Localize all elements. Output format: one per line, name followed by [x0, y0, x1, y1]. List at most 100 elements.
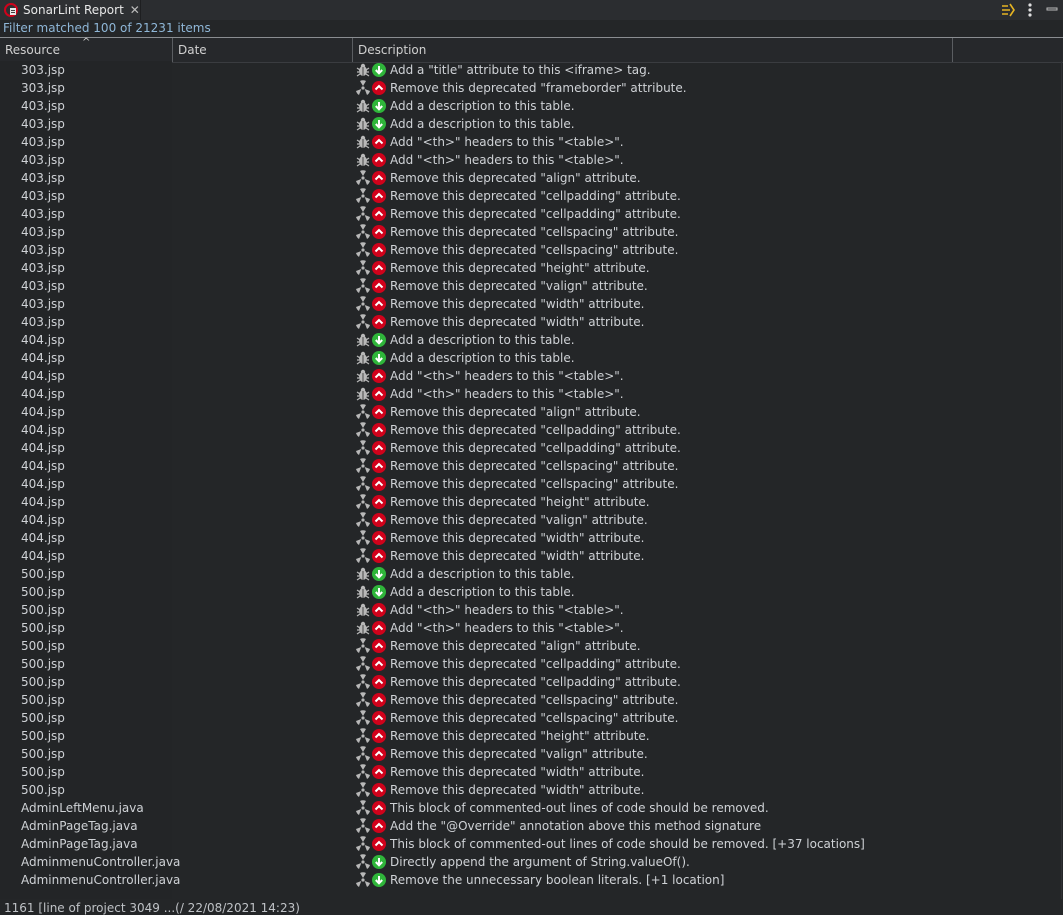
bug-icon — [355, 332, 371, 348]
column-header-description[interactable]: Description — [353, 38, 953, 62]
table-row[interactable]: 403.jsp Add "<th>" headers to this "<tabl… — [0, 151, 1063, 169]
low-impact-icon — [372, 99, 386, 113]
code-smell-icon — [355, 836, 371, 852]
table-row[interactable]: 500.jsp Remove this deprecated "width" at… — [0, 763, 1063, 781]
code-smell-icon — [355, 782, 371, 798]
table-row[interactable]: 404.jsp Remove this deprecated "cellpaddi… — [0, 439, 1063, 457]
filter-summary: Filter matched 100 of 21231 items — [3, 21, 211, 35]
table-row[interactable]: 403.jsp Remove this deprecated "cellspaci… — [0, 241, 1063, 259]
table-row[interactable]: AdminmenuController.java Remove the unnec… — [0, 871, 1063, 889]
table-header: ^ Resource Date Description — [0, 37, 1063, 63]
cell-description: Directly append the argument of String.v… — [390, 855, 690, 869]
cell-description: Add a "title" attribute to this <iframe>… — [390, 63, 651, 77]
column-label-description: Description — [358, 43, 427, 57]
table-row[interactable]: 500.jsp Remove this deprecated "valign" a… — [0, 745, 1063, 763]
cell-description: Add a description to this table. — [390, 351, 575, 365]
code-smell-icon — [355, 818, 371, 834]
cell-resource: 404.jsp — [21, 369, 65, 383]
high-impact-icon — [372, 801, 386, 815]
table-row[interactable]: AdminmenuController.java Directly append … — [0, 853, 1063, 871]
table-row[interactable]: 403.jsp Add "<th>" headers to this "<tabl… — [0, 133, 1063, 151]
kebab-menu-icon[interactable] — [1019, 0, 1041, 20]
cell-resource: 500.jsp — [21, 657, 65, 671]
code-smell-icon — [355, 800, 371, 816]
cell-description: Add "<th>" headers to this "<table>". — [390, 369, 624, 383]
cell-description: Remove this deprecated "cellpadding" att… — [390, 423, 681, 437]
cell-description: Remove this deprecated "align" attribute… — [390, 171, 641, 185]
table-row[interactable]: 500.jsp Remove this deprecated "height" a… — [0, 727, 1063, 745]
cell-resource: 403.jsp — [21, 135, 65, 149]
table-row[interactable]: 403.jsp Remove this deprecated "cellspaci… — [0, 223, 1063, 241]
table-row[interactable]: 500.jsp Remove this deprecated "cellspaci… — [0, 691, 1063, 709]
table-row[interactable]: 303.jsp Add a "title" attribute to this <… — [0, 61, 1063, 79]
table-row[interactable]: 500.jsp Remove this deprecated "cellspaci… — [0, 709, 1063, 727]
code-smell-icon — [355, 440, 371, 456]
high-impact-icon — [372, 747, 386, 761]
cell-description: Remove this deprecated "cellpadding" att… — [390, 441, 681, 455]
table-row[interactable]: 404.jsp Remove this deprecated "valign" a… — [0, 511, 1063, 529]
table-row[interactable]: 404.jsp Remove this deprecated "cellpaddi… — [0, 421, 1063, 439]
table-row[interactable]: 403.jsp Add a description to this table. — [0, 115, 1063, 133]
cell-resource: 403.jsp — [21, 207, 65, 221]
table-row[interactable]: 500.jsp Remove this deprecated "align" at… — [0, 637, 1063, 655]
bug-icon — [355, 566, 371, 582]
table-row[interactable]: 404.jsp Add "<th>" headers to this "<tabl… — [0, 385, 1063, 403]
table-row[interactable]: 403.jsp Remove this deprecated "width" at… — [0, 313, 1063, 331]
table-row[interactable]: 403.jsp Remove this deprecated "cellpaddi… — [0, 187, 1063, 205]
cell-resource: 500.jsp — [21, 675, 65, 689]
cell-resource: 404.jsp — [21, 423, 65, 437]
column-header-resource[interactable]: ^ Resource — [0, 37, 173, 62]
cell-resource: AdminLeftMenu.java — [21, 801, 144, 815]
table-row[interactable]: 404.jsp Add a description to this table. — [0, 349, 1063, 367]
cell-description: Add a description to this table. — [390, 117, 575, 131]
column-header-date[interactable]: Date — [173, 38, 353, 62]
table-row[interactable]: AdminPageTag.java Add the "@Override" ann… — [0, 817, 1063, 835]
view-tabbar: SonarLint Report ✕ — [0, 0, 1063, 20]
table-row[interactable]: 500.jsp Remove this deprecated "cellpaddi… — [0, 673, 1063, 691]
high-impact-icon — [372, 837, 386, 851]
table-row[interactable]: 404.jsp Remove this deprecated "width" at… — [0, 547, 1063, 565]
table-row[interactable]: 403.jsp Remove this deprecated "width" at… — [0, 295, 1063, 313]
table-row[interactable]: 404.jsp Remove this deprecated "cellspaci… — [0, 475, 1063, 493]
table-row[interactable]: 500.jsp Add "<th>" headers to this "<tabl… — [0, 619, 1063, 637]
high-impact-icon — [372, 621, 386, 635]
cell-resource: 403.jsp — [21, 225, 65, 239]
table-row[interactable]: 500.jsp Remove this deprecated "width" at… — [0, 781, 1063, 799]
code-smell-icon — [355, 404, 371, 420]
table-row[interactable]: 404.jsp Remove this deprecated "width" at… — [0, 529, 1063, 547]
table-row[interactable]: 500.jsp Add "<th>" headers to this "<tabl… — [0, 601, 1063, 619]
table-row[interactable]: 404.jsp Remove this deprecated "align" at… — [0, 403, 1063, 421]
table-row[interactable]: AdminLeftMenu.java This block of commente… — [0, 799, 1063, 817]
cell-resource: 500.jsp — [21, 729, 65, 743]
high-impact-icon — [372, 243, 386, 257]
table-row[interactable]: 403.jsp Remove this deprecated "cellpaddi… — [0, 205, 1063, 223]
table-row[interactable]: 403.jsp Remove this deprecated "align" at… — [0, 169, 1063, 187]
cell-description: Add a description to this table. — [390, 333, 575, 347]
table-row[interactable]: AdminPageTag.java This block of commented… — [0, 835, 1063, 853]
column-label-date: Date — [178, 43, 207, 57]
close-icon[interactable]: ✕ — [130, 3, 140, 17]
issues-table-body: 303.jsp Add a "title" attribute to this <… — [0, 61, 1063, 889]
cell-description: Remove this deprecated "align" attribute… — [390, 405, 641, 419]
table-row[interactable]: 403.jsp Remove this deprecated "height" a… — [0, 259, 1063, 277]
table-row[interactable]: 403.jsp Remove this deprecated "valign" a… — [0, 277, 1063, 295]
cell-description: Remove this deprecated "cellpadding" att… — [390, 189, 681, 203]
table-row[interactable]: 500.jsp Remove this deprecated "cellpaddi… — [0, 655, 1063, 673]
table-row[interactable]: 500.jsp Add a description to this table. — [0, 565, 1063, 583]
filter-icon[interactable] — [997, 0, 1019, 20]
minimize-icon[interactable] — [1041, 0, 1063, 20]
table-row[interactable]: 303.jsp Remove this deprecated "framebord… — [0, 79, 1063, 97]
view-toolbar — [997, 0, 1063, 20]
table-row[interactable]: 404.jsp Add "<th>" headers to this "<tabl… — [0, 367, 1063, 385]
table-row[interactable]: 404.jsp Add a description to this table. — [0, 331, 1063, 349]
code-smell-icon — [355, 494, 371, 510]
tab-sonarlint-report[interactable]: SonarLint Report ✕ — [0, 0, 141, 20]
cell-resource: 500.jsp — [21, 765, 65, 779]
table-row[interactable]: 404.jsp Remove this deprecated "cellspaci… — [0, 457, 1063, 475]
cell-description: Add a description to this table. — [390, 567, 575, 581]
table-row[interactable]: 500.jsp Add a description to this table. — [0, 583, 1063, 601]
high-impact-icon — [372, 189, 386, 203]
cell-description: Remove this deprecated "cellpadding" att… — [390, 207, 681, 221]
table-row[interactable]: 403.jsp Add a description to this table. — [0, 97, 1063, 115]
table-row[interactable]: 404.jsp Remove this deprecated "height" a… — [0, 493, 1063, 511]
